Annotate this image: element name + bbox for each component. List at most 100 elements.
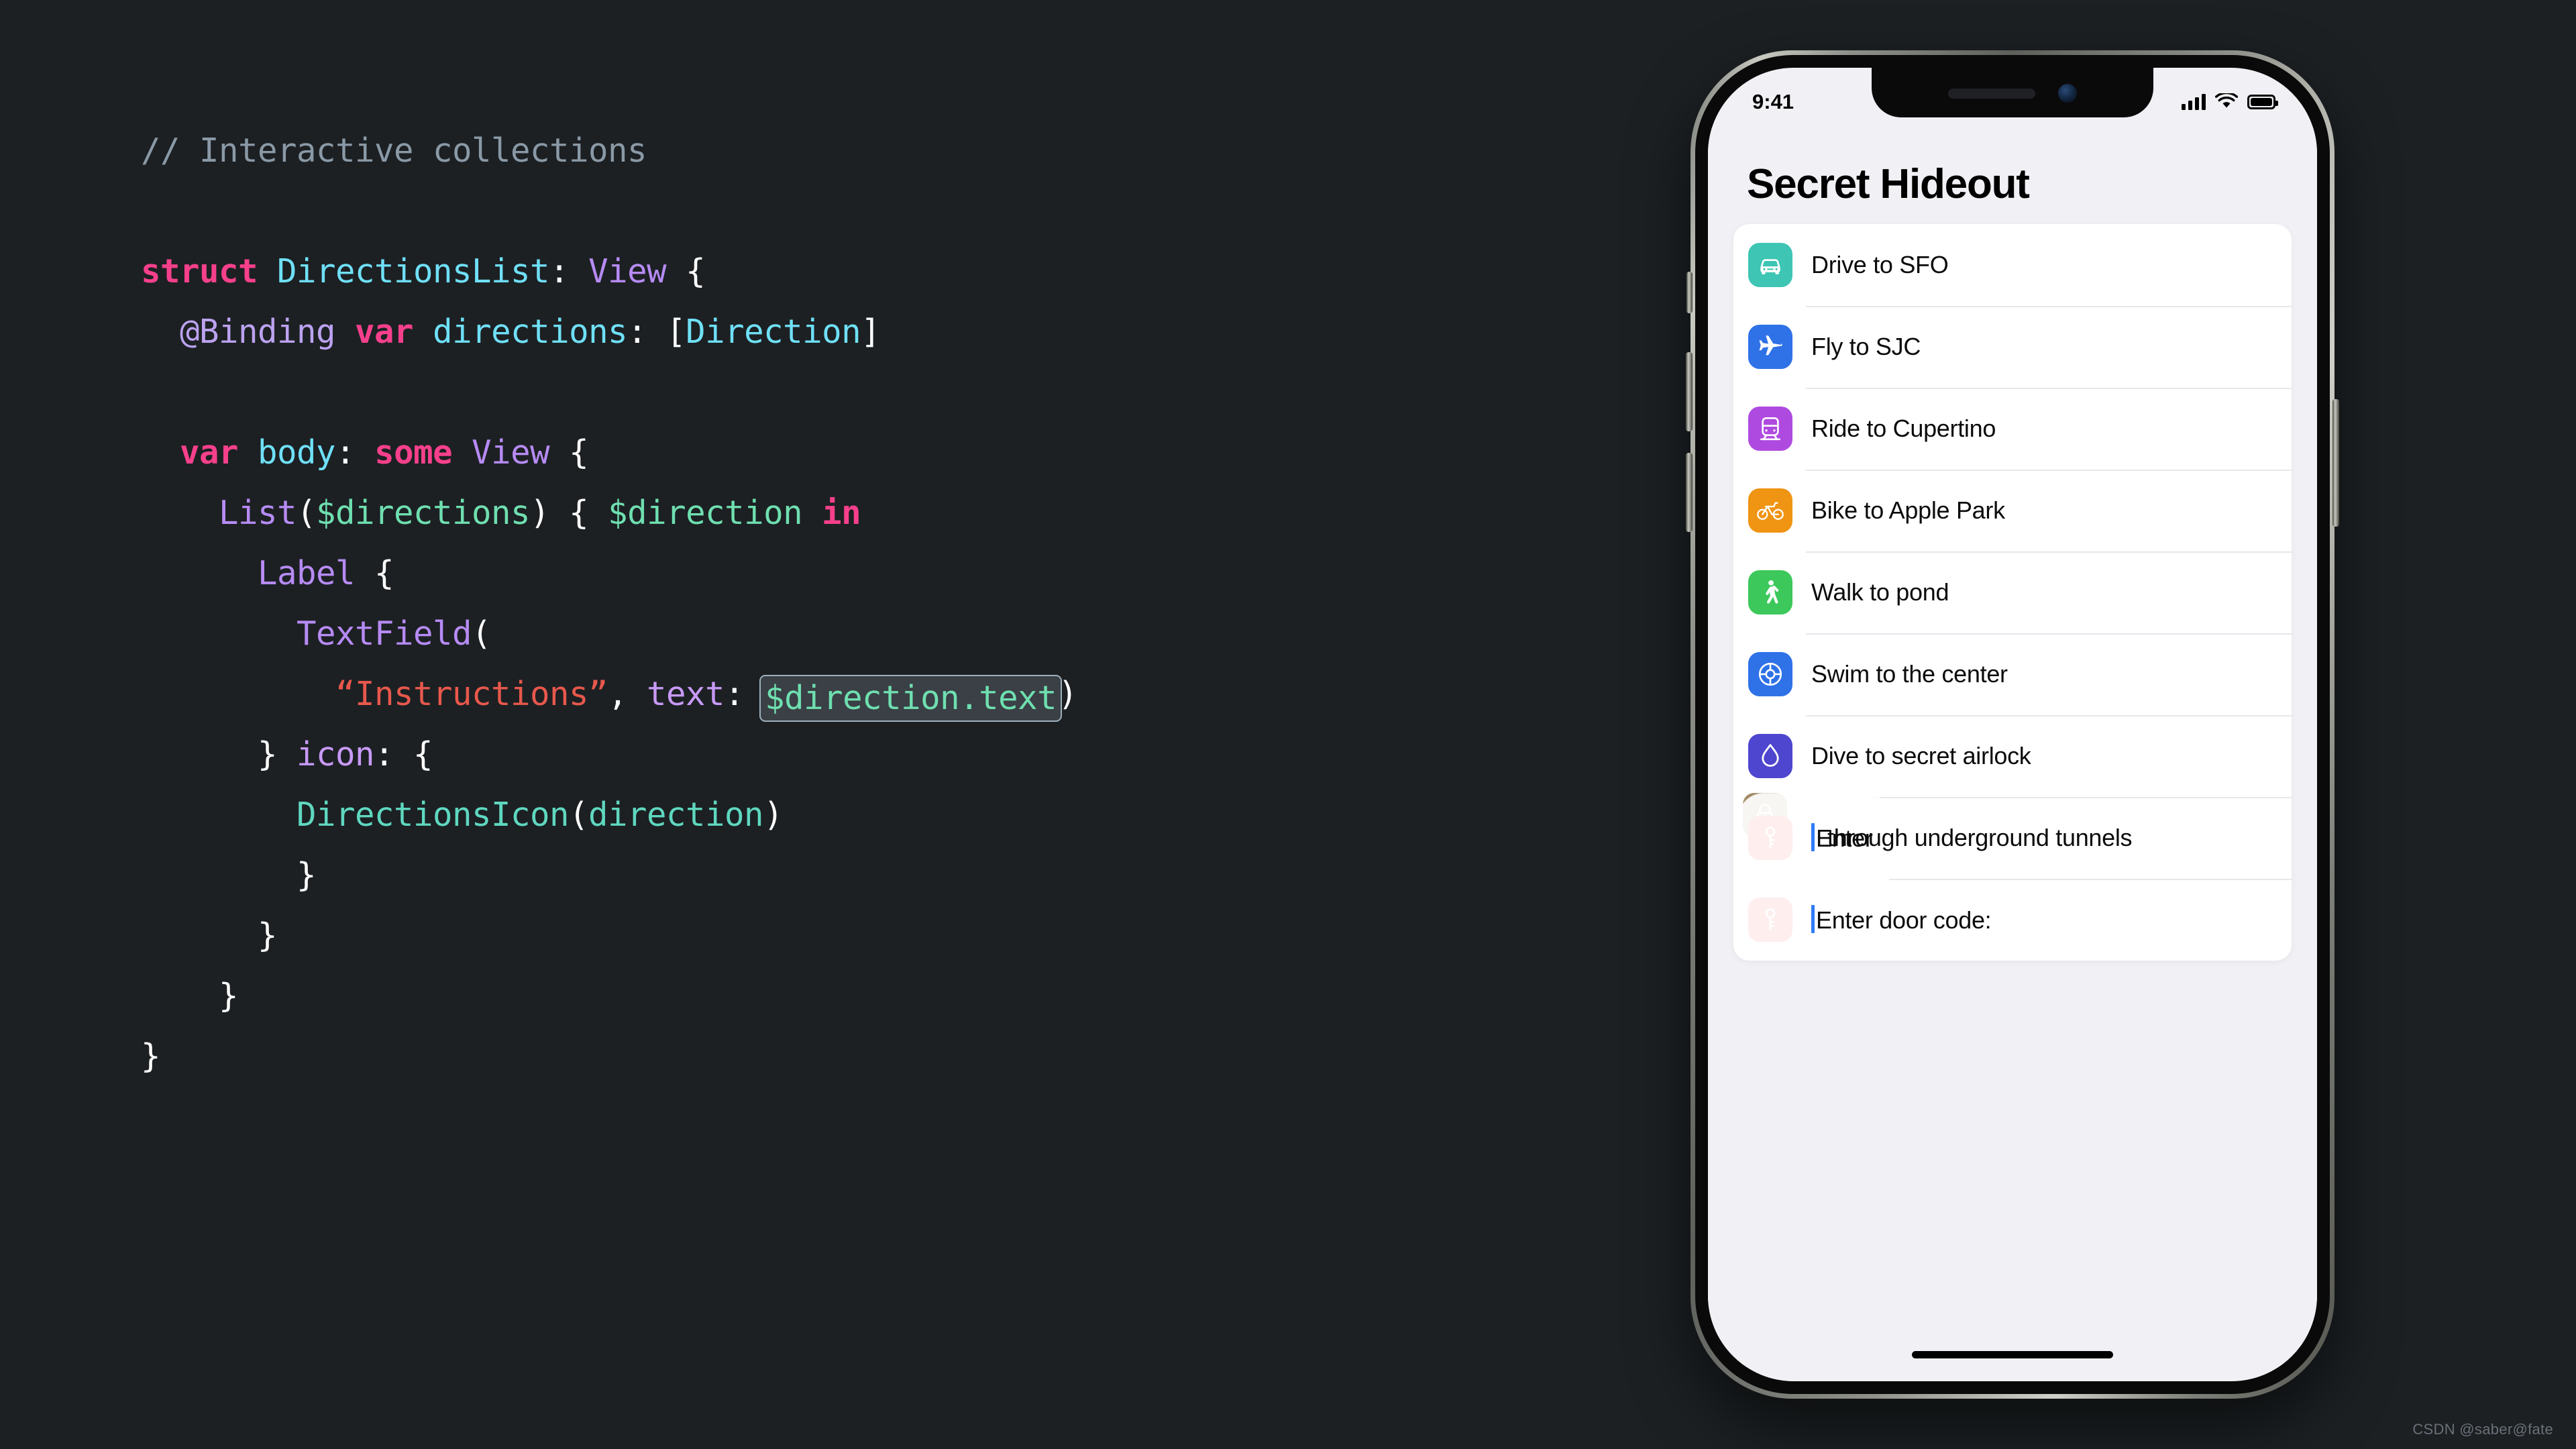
code-token: ) [763, 796, 784, 834]
list-row[interactable]: Drive to SFO [1733, 224, 2292, 306]
list-row-label: Walk to pond [1811, 578, 1949, 606]
power-button[interactable] [2332, 399, 2339, 527]
phone-bezel: 9:41 Secret Hideout Drive to SFO Fly to … [1695, 55, 2330, 1394]
code-token: $direction [608, 494, 803, 532]
bicycle-icon [1748, 488, 1792, 533]
code-token: $directions [316, 494, 531, 532]
status-bar-time: 9:41 [1752, 90, 1794, 113]
code-token: : [335, 433, 375, 472]
code-token: in [822, 494, 861, 532]
code-token: } [258, 735, 297, 773]
code-line: TextField( [141, 604, 1415, 664]
code-token: struct [141, 252, 258, 290]
code-token: DirectionsIcon [297, 796, 570, 834]
list-row-label: Bike to Apple Park [1811, 496, 2005, 524]
code-token: icon [297, 735, 375, 773]
watermark: CSDN @saber@fate [2412, 1421, 2553, 1438]
code-line: DirectionsIcon(direction) [141, 785, 1415, 845]
code-token: DirectionsList [277, 252, 550, 290]
code-token: body [258, 433, 336, 472]
code-token: } [219, 977, 239, 1015]
list-row-label: Swim to the center [1811, 660, 2008, 688]
wifi-icon [2215, 93, 2238, 108]
code-token: var [355, 313, 414, 351]
code-token: “Instructions” [335, 675, 608, 713]
tram-icon [1748, 407, 1792, 451]
code-token: : [549, 252, 589, 290]
code-token: List [219, 494, 297, 532]
code-token: direction [588, 796, 764, 834]
code-token: directions [433, 313, 628, 351]
signal-bars-icon [2182, 94, 2206, 110]
walk-icon [1748, 570, 1792, 614]
code-line: @Binding var directions: [Direction] [141, 302, 1415, 362]
water-drop-icon [1748, 734, 1792, 778]
code-token: ( [569, 796, 589, 834]
text-caret [1811, 905, 1815, 933]
list-row[interactable]: Fly to SJC [1733, 306, 2292, 388]
list-row-label: Ride to Cupertino [1811, 415, 1996, 442]
code-token: ) [1058, 675, 1078, 713]
code-line: } [141, 1026, 1415, 1087]
home-indicator[interactable] [1912, 1351, 2113, 1358]
list-row-textfield[interactable]: Enter door code: [1811, 905, 1992, 934]
code-line: List($directions) { $direction in [141, 483, 1415, 543]
iphone-mockup: 9:41 Secret Hideout Drive to SFO Fly to … [1686, 50, 2339, 1399]
code-token: { [666, 252, 706, 290]
list-row[interactable]: Swim to the center [1733, 633, 2292, 715]
directions-list: Drive to SFO Fly to SJC Ride to Cupertino B… [1733, 224, 2292, 961]
code-line: } [141, 906, 1415, 966]
list-row[interactable]: Bike to Apple Park [1733, 470, 2292, 551]
code-token: : { [374, 735, 433, 773]
code-token: some [374, 433, 453, 472]
list-row-label: Dive to secret airlock [1811, 742, 2031, 769]
code-line: struct DirectionsList: View { [141, 241, 1415, 302]
code-token: } [141, 1037, 161, 1075]
code-token: Label [258, 554, 356, 592]
code-token: { [549, 433, 589, 472]
list-row-editing[interactable]: Enter door code: [1733, 875, 2292, 961]
code-token: : [724, 675, 764, 713]
list-row-ghost-label: through underground tunnels [1827, 824, 2133, 851]
code-line: “Instructions”, text: $direction.text) [141, 664, 1415, 724]
list-row-editing[interactable]: Enter through underground tunnels [1733, 793, 2292, 895]
volume-down-button[interactable] [1686, 453, 1693, 532]
page-title: Secret Hideout [1747, 161, 2030, 207]
text-caret [1811, 823, 1815, 851]
car-icon [1748, 243, 1792, 287]
code-line: // Interactive collections [141, 121, 1415, 181]
highlighted-token[interactable]: $direction.text [759, 675, 1063, 722]
battery-icon [2247, 95, 2278, 109]
code-token: ( [472, 614, 492, 653]
airplane-icon [1748, 325, 1792, 369]
code-token: @Binding [180, 313, 336, 351]
code-block: // Interactive collections struct Direct… [141, 121, 1415, 1087]
code-token: var [180, 433, 239, 472]
code-token: } [258, 916, 278, 955]
status-bar: 9:41 [1708, 68, 2317, 127]
code-token: View [588, 252, 667, 290]
list-row[interactable]: Dive to secret airlock [1733, 715, 2292, 797]
phone-screen: 9:41 Secret Hideout Drive to SFO Fly to … [1708, 68, 2317, 1381]
list-row[interactable]: Ride to Cupertino [1733, 388, 2292, 470]
status-bar-indicators [2182, 93, 2278, 111]
phone-frame: 9:41 Secret Hideout Drive to SFO Fly to … [1686, 50, 2339, 1399]
volume-up-button[interactable] [1686, 352, 1693, 431]
code-token: // Interactive collections [141, 131, 647, 170]
list-row[interactable]: Walk to pond [1733, 551, 2292, 633]
code-token: } [297, 856, 317, 894]
code-token: Direction [686, 313, 861, 351]
code-line: Label { [141, 543, 1415, 604]
code-token: ] [861, 313, 881, 351]
code-token: text [647, 675, 725, 713]
code-token: ( [297, 494, 317, 532]
mute-switch-button[interactable] [1686, 272, 1693, 313]
code-token: ) { [530, 494, 608, 532]
list-row-label: Drive to SFO [1811, 251, 1949, 278]
code-line: } [141, 845, 1415, 906]
